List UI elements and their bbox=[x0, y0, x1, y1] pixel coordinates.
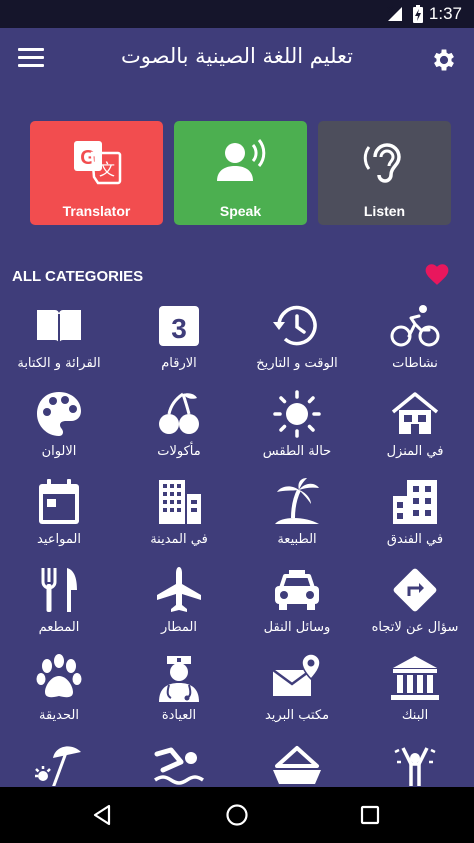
category-transport[interactable]: وسائل النقل bbox=[238, 560, 356, 648]
category-label: سؤال عن لاتجاه bbox=[371, 620, 459, 635]
category-label: مكتب البريد bbox=[264, 708, 330, 723]
city-buildings-icon bbox=[159, 480, 201, 524]
category-label: وسائل النقل bbox=[263, 620, 331, 635]
category-label: المطار bbox=[161, 620, 197, 635]
listen-label: Listen bbox=[363, 203, 406, 219]
back-icon[interactable] bbox=[90, 803, 114, 827]
category-label: البنك bbox=[401, 708, 429, 723]
category-garden[interactable]: الحديقة bbox=[0, 648, 118, 736]
bicycle-icon bbox=[390, 305, 440, 347]
ear-icon bbox=[363, 143, 401, 183]
category-bank[interactable]: البنك bbox=[356, 648, 474, 736]
category-boat[interactable] bbox=[238, 736, 356, 786]
category-directions[interactable]: سؤال عن لاتجاه bbox=[356, 560, 474, 648]
category-reading-writing[interactable]: القرائة و الكتابة bbox=[0, 296, 118, 384]
status-time: 1:37 bbox=[428, 4, 462, 23]
home-icon[interactable] bbox=[224, 803, 250, 827]
category-celebration[interactable] bbox=[356, 736, 474, 786]
heart-icon[interactable] bbox=[424, 262, 450, 286]
taxi-icon bbox=[275, 570, 319, 610]
palette-icon bbox=[37, 392, 81, 436]
category-label: الارقام bbox=[161, 356, 197, 371]
speaking-icon bbox=[216, 139, 265, 181]
svg-text:文: 文 bbox=[98, 160, 114, 179]
category-label: المطعم bbox=[38, 620, 80, 635]
category-label: المواعيد bbox=[37, 532, 81, 547]
category-swimming[interactable] bbox=[120, 736, 238, 786]
category-appointments[interactable]: المواعيد bbox=[0, 472, 118, 560]
house-icon bbox=[391, 392, 439, 434]
mail-location-icon bbox=[272, 653, 321, 696]
svg-text:3: 3 bbox=[171, 313, 187, 344]
category-label: نشاطات bbox=[392, 356, 438, 371]
category-numbers[interactable]: 3 الارقام bbox=[120, 296, 238, 384]
translate-icon: G 文 bbox=[73, 141, 121, 185]
gear-icon[interactable] bbox=[430, 46, 458, 74]
page-title: تعليم اللغة الصينية بالصوت bbox=[120, 44, 354, 68]
swimmer-icon bbox=[154, 747, 204, 785]
category-food[interactable]: مأكولات bbox=[120, 384, 238, 472]
paw-icon bbox=[36, 654, 82, 698]
boat-icon bbox=[273, 746, 321, 784]
category-label: الوقت و التاريخ bbox=[256, 356, 338, 371]
category-label: الالوان bbox=[41, 444, 77, 459]
category-activities[interactable]: نشاطات bbox=[356, 296, 474, 384]
category-weather[interactable]: حالة الطقس bbox=[238, 384, 356, 472]
category-label: مأكولات bbox=[157, 444, 201, 459]
battery-charging-icon bbox=[413, 5, 423, 23]
category-nature[interactable]: الطبيعة bbox=[238, 472, 356, 560]
listen-button[interactable]: Listen bbox=[318, 121, 451, 225]
bank-icon bbox=[391, 656, 439, 700]
calendar-icon bbox=[39, 479, 79, 524]
category-label: العيادة bbox=[161, 708, 197, 723]
category-label: الحديقة bbox=[39, 708, 79, 723]
palm-island-icon bbox=[275, 478, 319, 524]
category-post-office[interactable]: مكتب البريد bbox=[238, 648, 356, 736]
category-label: القرائة و الكتابة bbox=[17, 356, 101, 371]
number-three-icon: 3 bbox=[159, 306, 199, 346]
translator-label: Translator bbox=[62, 203, 131, 219]
category-at-home[interactable]: في المنزل bbox=[356, 384, 474, 472]
navigation-bar bbox=[0, 787, 474, 843]
history-clock-icon bbox=[273, 305, 317, 346]
category-hotel[interactable]: في الفندق bbox=[356, 472, 474, 560]
sun-icon bbox=[273, 390, 321, 438]
menu-icon[interactable] bbox=[18, 48, 44, 70]
hotel-building-icon bbox=[393, 480, 437, 524]
book-icon bbox=[37, 310, 81, 344]
cherries-icon bbox=[159, 392, 199, 434]
celebration-icon bbox=[394, 747, 436, 786]
category-grid: نشاطات الوقت و التاريخ 3 الارقام القرائة… bbox=[0, 296, 474, 786]
category-label: في المنزل bbox=[386, 444, 444, 459]
category-label: الطبيعة bbox=[277, 532, 317, 547]
category-in-city[interactable]: في المدينة bbox=[120, 472, 238, 560]
recents-icon[interactable] bbox=[358, 803, 382, 827]
category-restaurant[interactable]: المطعم bbox=[0, 560, 118, 648]
airplane-icon bbox=[157, 567, 201, 612]
app-bar: تعليم اللغة الصينية بالصوت bbox=[0, 28, 474, 92]
category-label: في المدينة bbox=[150, 532, 208, 547]
category-label: حالة الطقس bbox=[262, 444, 332, 459]
category-time-date[interactable]: الوقت و التاريخ bbox=[238, 296, 356, 384]
nurse-icon bbox=[159, 656, 199, 702]
category-airport[interactable]: المطار bbox=[120, 560, 238, 648]
status-bar: 1:37 bbox=[0, 0, 474, 28]
beach-umbrella-icon bbox=[35, 746, 81, 786]
direction-sign-icon bbox=[393, 568, 437, 612]
no-signal-icon bbox=[387, 6, 402, 21]
fork-knife-icon bbox=[41, 568, 77, 612]
speak-label: Speak bbox=[219, 203, 262, 219]
category-colors[interactable]: الالوان bbox=[0, 384, 118, 472]
category-beach[interactable] bbox=[0, 736, 118, 786]
category-clinic[interactable]: العيادة bbox=[120, 648, 238, 736]
category-label: في الفندق bbox=[386, 532, 444, 547]
section-title: ALL CATEGORIES bbox=[12, 268, 144, 285]
speak-button[interactable]: Speak bbox=[174, 121, 307, 225]
translator-button[interactable]: G 文 Translator bbox=[30, 121, 163, 225]
